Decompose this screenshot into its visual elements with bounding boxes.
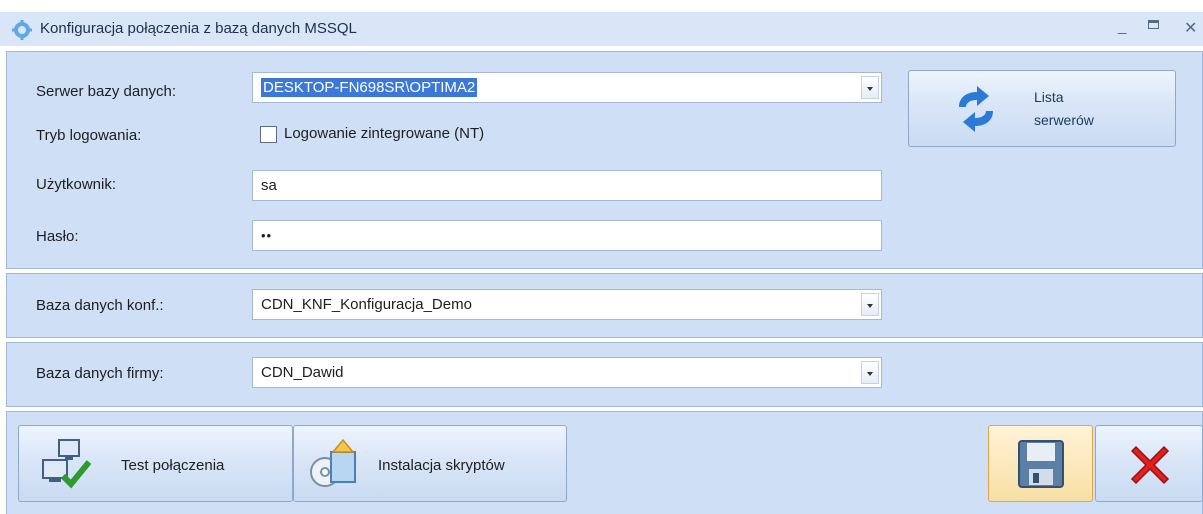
save-floppy-icon [1018,440,1064,488]
integrated-login-label[interactable]: Logowanie zintegrowane (NT) [284,125,484,142]
test-connection-button[interactable]: Test połączenia [18,425,293,502]
install-scripts-label: Instalacja skryptów [378,457,505,474]
config-db-label: Baza danych konf.: [36,297,164,314]
cancel-button[interactable] [1095,425,1203,502]
test-connection-label: Test połączenia [121,457,225,474]
chevron-down-icon[interactable] [861,76,879,99]
save-button[interactable] [988,425,1093,502]
server-list-label-1: Lista [1034,89,1064,105]
login-mode-label: Tryb logowania: [36,127,142,144]
computer-check-icon [42,439,92,489]
gear-icon [12,20,32,40]
company-db-combobox[interactable]: CDN_Dawid [252,357,882,388]
password-input[interactable]: •• [252,220,882,251]
chevron-down-icon[interactable] [861,361,879,384]
server-list-label-2: serwerów [1034,112,1094,128]
server-label: Serwer bazy danych: [36,83,177,100]
server-combobox[interactable]: DESKTOP-FN698SR\OPTIMA2 [252,72,882,103]
company-db-label: Baza danych firmy: [36,365,164,382]
cancel-x-icon [1130,445,1170,485]
config-db-combobox[interactable]: CDN_KNF_Konfiguracja_Demo [252,289,882,320]
minimize-button[interactable]: _ [1118,18,1126,35]
integrated-login-checkbox[interactable] [260,126,277,143]
install-package-icon [310,438,356,487]
user-input[interactable]: sa [252,170,882,201]
install-scripts-button[interactable]: Instalacja skryptów [293,425,567,502]
company-db-value: CDN_Dawid [261,364,344,381]
chevron-down-icon[interactable] [861,293,879,316]
password-label: Hasło: [36,228,79,245]
server-list-button[interactable]: Lista serwerów [908,70,1176,147]
server-value: DESKTOP-FN698SR\OPTIMA2 [261,78,478,97]
user-label: Użytkownik: [36,176,117,193]
title-bar: Konfiguracja połączenia z bazą danych MS… [0,12,1203,46]
refresh-arrows-icon [959,86,993,132]
maximize-button[interactable] [1148,20,1159,29]
close-button[interactable]: ✕ [1184,18,1197,38]
config-db-value: CDN_KNF_Konfiguracja_Demo [261,296,472,313]
window-title: Konfiguracja połączenia z bazą danych MS… [40,20,357,37]
